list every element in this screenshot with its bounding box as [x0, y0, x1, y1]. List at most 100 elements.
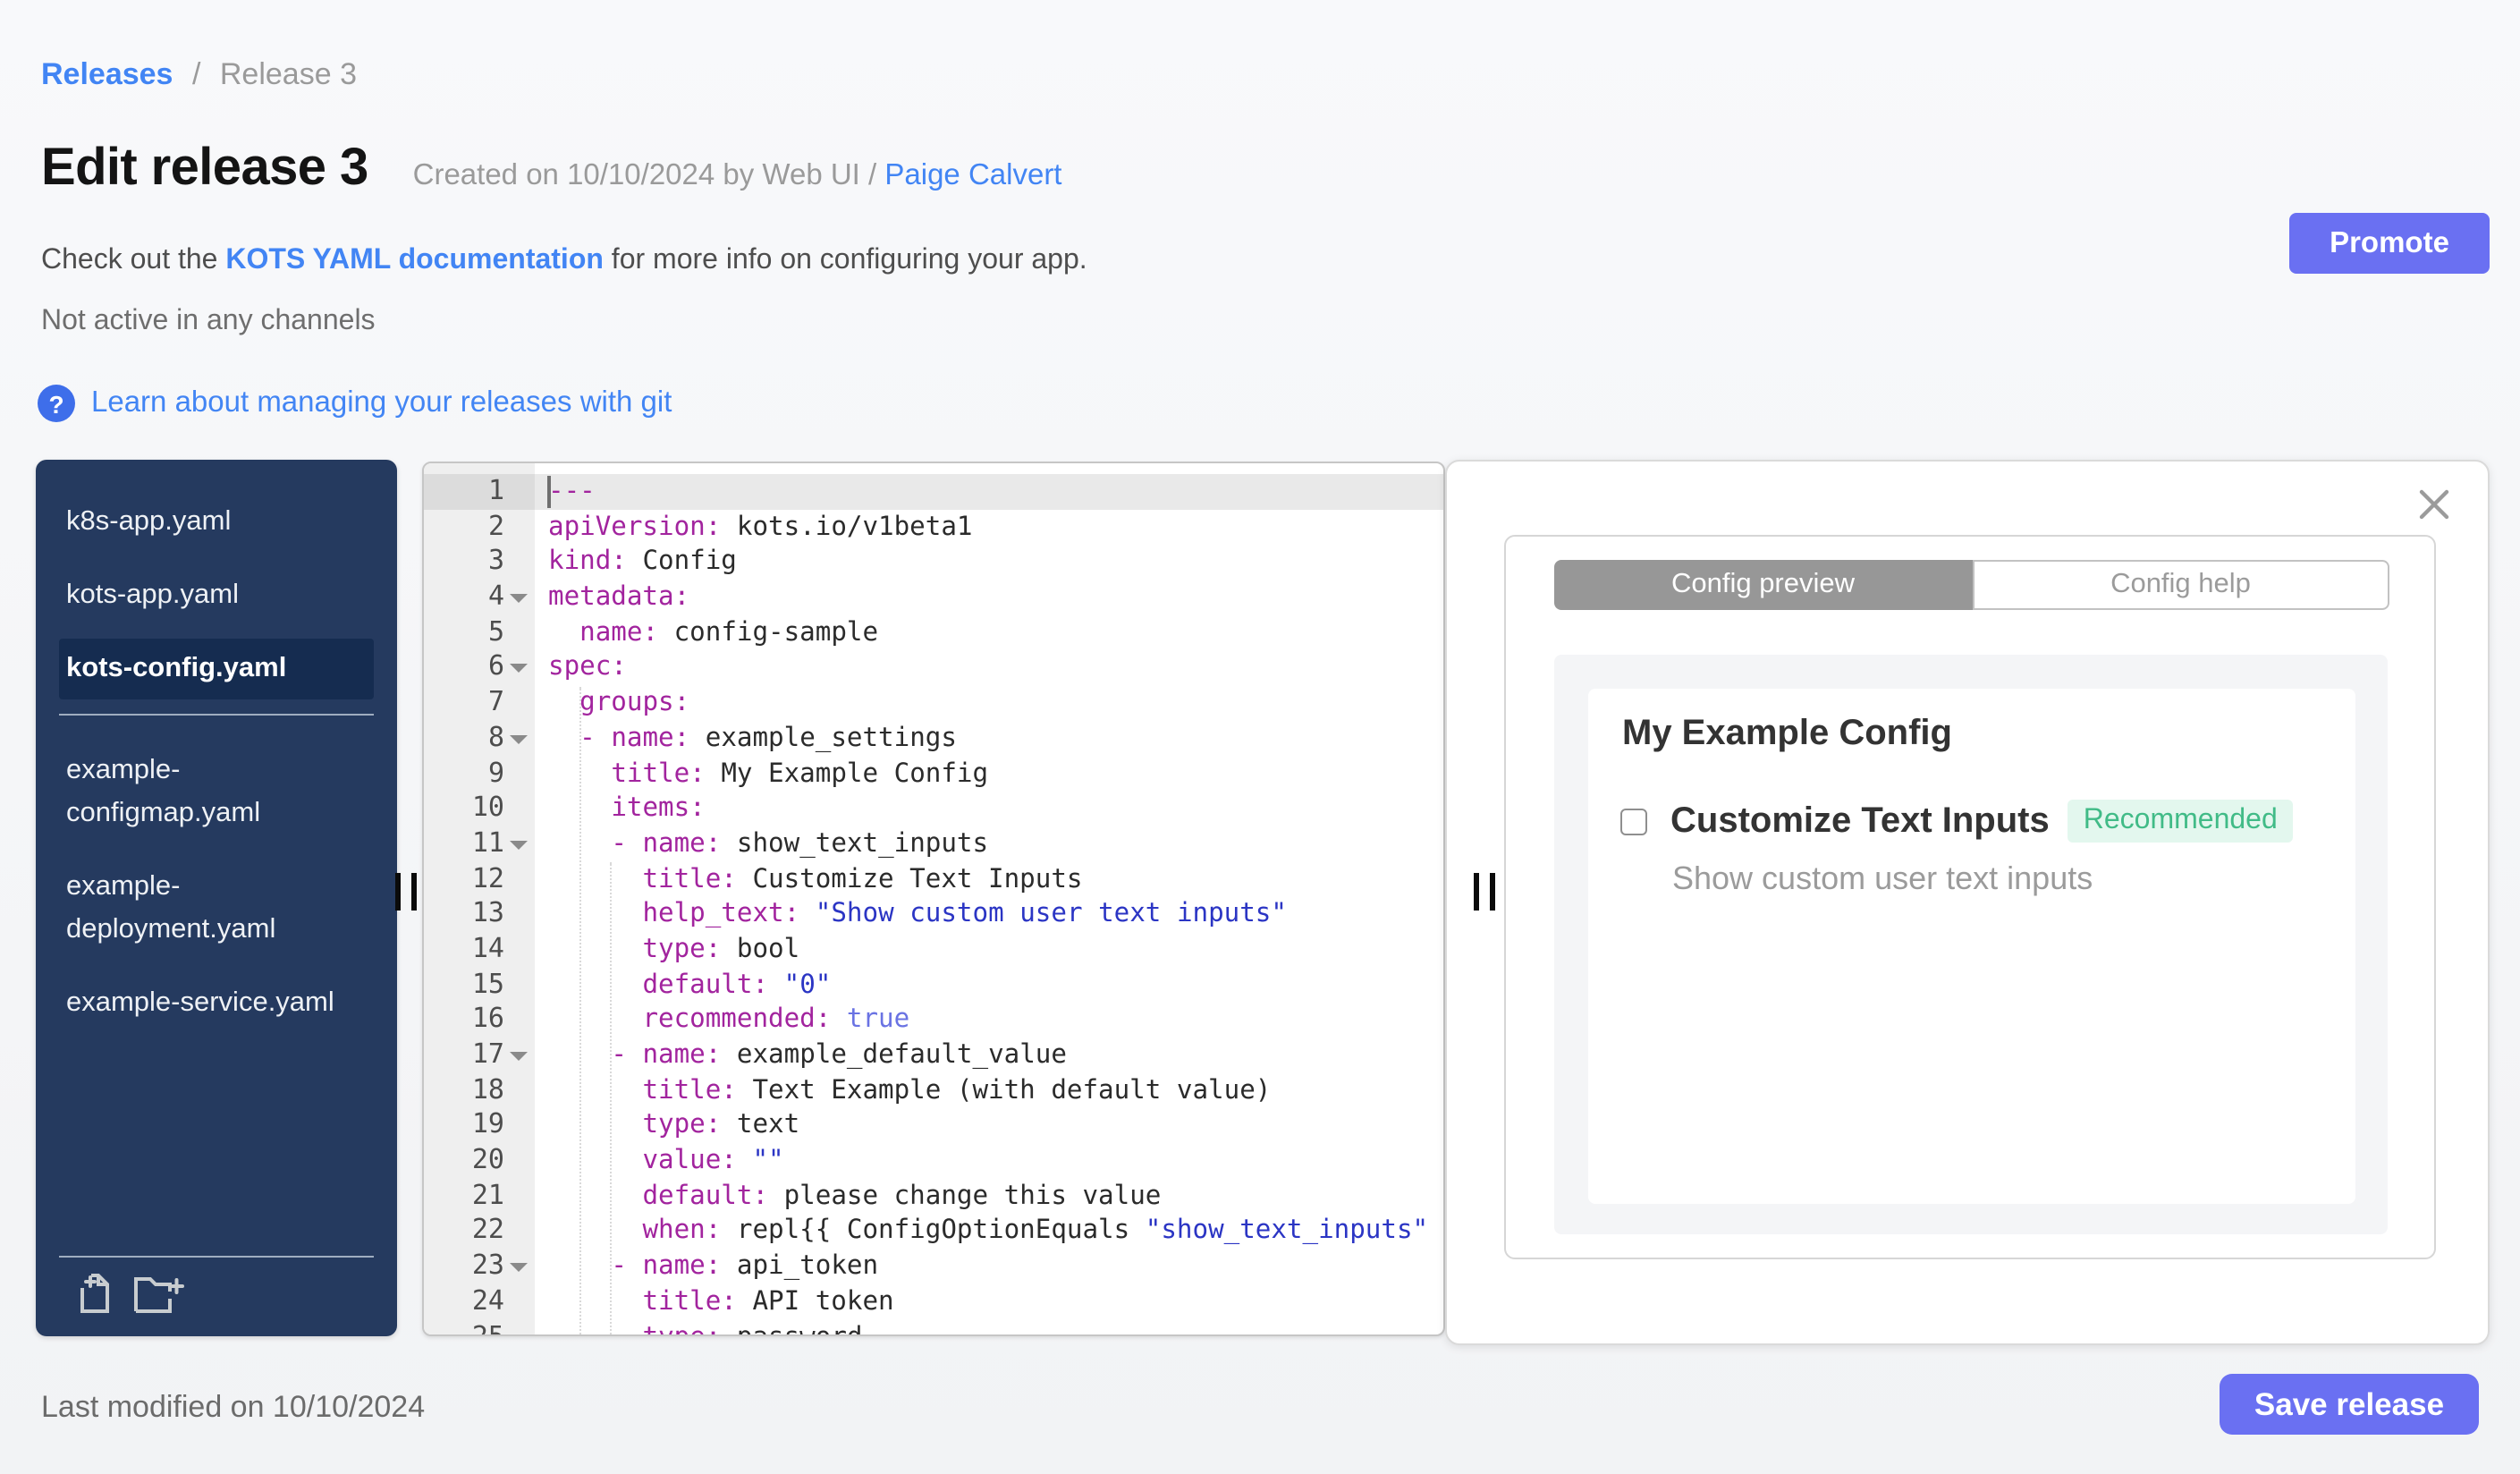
docs-info: Check out the KOTS YAML documentation fo…	[41, 245, 1087, 277]
line-number: 14	[471, 931, 504, 964]
config-preview-surface: My Example Config Customize Text Inputs …	[1554, 655, 2388, 1234]
file-item-example-service-yaml[interactable]: example-service.yaml	[59, 973, 374, 1034]
line-number: 22	[471, 1213, 504, 1246]
fold-arrow-icon[interactable]	[510, 594, 528, 604]
fold-arrow-icon[interactable]	[510, 840, 528, 850]
new-folder-icon[interactable]	[134, 1274, 186, 1315]
file-item-kots-config-yaml[interactable]: kots-config.yaml	[59, 639, 374, 699]
page-title: Edit release 3	[41, 140, 368, 197]
code-line: name: config-sample	[579, 616, 879, 648]
tab-config-help[interactable]: Config help	[1972, 560, 2389, 610]
config-item-row: Customize Text Inputs Recommended	[1620, 800, 2294, 843]
sidebar-resize-handle[interactable]	[395, 873, 417, 911]
code-line: - name: example_settings	[579, 722, 957, 753]
line-number: 5	[487, 614, 504, 648]
file-item-k8s-app-yaml[interactable]: k8s-app.yaml	[59, 492, 374, 553]
code-line: recommended: true	[642, 1004, 910, 1035]
new-file-icon[interactable]	[77, 1274, 113, 1315]
code-line: title: My Example Config	[611, 758, 989, 788]
code-line: metadata:	[548, 581, 690, 613]
editor-resize-handle[interactable]	[1474, 873, 1495, 911]
line-number: 6	[424, 650, 535, 685]
line-number: 19	[471, 1107, 504, 1140]
fold-arrow-icon[interactable]	[510, 1052, 528, 1061]
code-line: items:	[611, 792, 706, 824]
breadcrumb-separator: /	[191, 57, 201, 91]
channel-status: Not active in any channels	[41, 306, 376, 336]
file-list-top: k8s-app.yaml kots-app.yaml kots-config.yam…	[59, 492, 374, 699]
config-item-help: Show custom user text inputs	[1672, 860, 2093, 896]
code-line: groups:	[579, 687, 690, 718]
code-line: spec:	[548, 651, 627, 682]
save-release-button[interactable]: Save release	[2220, 1374, 2479, 1435]
line-number: 23	[424, 1249, 535, 1283]
line-number: 17	[424, 1038, 535, 1072]
editor-gutter: 1 2 3 4 5 6 7 8 9 10 11 12 13 14 15 16 17 18 19 20 21 22 23 24 2…	[424, 463, 535, 1334]
code-line: - name: api_token	[611, 1250, 879, 1282]
line-number: 25	[471, 1319, 504, 1336]
line-number: 7	[487, 685, 504, 718]
line-number: 18	[471, 1072, 504, 1106]
code-line: - name: show_text_inputs	[611, 827, 989, 859]
close-icon[interactable]	[2416, 487, 2452, 522]
title-row: Edit release 3 Created on 10/10/2024 by …	[41, 136, 1062, 200]
customize-text-inputs-checkbox[interactable]	[1620, 808, 1647, 834]
indent-guide	[610, 862, 612, 1334]
line-number: 10	[471, 791, 504, 824]
sidebar-divider	[59, 714, 374, 716]
line-number: 13	[471, 896, 504, 929]
fold-arrow-icon[interactable]	[510, 734, 528, 744]
code-line: kind: Config	[548, 546, 737, 577]
line-number: 1	[424, 474, 535, 510]
line-number: 8	[424, 721, 535, 756]
indent-guide	[579, 687, 581, 1334]
line-number: 2	[487, 509, 504, 542]
file-item-kots-app-yaml[interactable]: kots-app.yaml	[59, 565, 374, 626]
git-releases-link[interactable]: Learn about managing your releases with …	[91, 386, 672, 420]
line-number: 12	[471, 861, 504, 894]
tab-config-preview[interactable]: Config preview	[1554, 560, 1972, 610]
config-preview-card: Config preview Config help My Example Con…	[1504, 535, 2436, 1259]
code-line: title: API token	[642, 1285, 894, 1317]
docs-info-suffix: for more info on configuring your app.	[603, 245, 1087, 275]
file-item-example-deployment-yaml[interactable]: example-deployment.yaml	[59, 857, 374, 961]
config-preview-form: My Example Config Customize Text Inputs …	[1588, 689, 2355, 1204]
git-help-row: ? Learn about managing your releases wit…	[38, 385, 672, 422]
breadcrumb-link-releases[interactable]: Releases	[41, 57, 173, 91]
file-item-example-configmap-yaml[interactable]: example-configmap.yaml	[59, 741, 374, 844]
line-number: 3	[487, 544, 504, 577]
config-preview-panel: Config preview Config help My Example Con…	[1445, 460, 2490, 1345]
code-line: default: "0"	[642, 969, 832, 1000]
release-editor-page: Releases / Release 3 Edit release 3 Crea…	[0, 0, 2520, 1474]
line-number: 21	[471, 1178, 504, 1211]
created-by-link[interactable]: Paige Calvert	[884, 159, 1061, 191]
fold-arrow-icon[interactable]	[510, 1263, 528, 1273]
line-number: 16	[471, 1002, 504, 1035]
code-line: - name: example_default_value	[611, 1039, 1067, 1070]
code-line: type: text	[642, 1109, 800, 1140]
promote-button[interactable]: Promote	[2289, 213, 2490, 274]
line-number: 15	[471, 967, 504, 1000]
config-group-title: My Example Config	[1622, 714, 1952, 753]
line-number: 11	[424, 826, 535, 861]
sidebar-footer-icons	[36, 1258, 397, 1336]
sidebar-footer	[36, 1256, 397, 1336]
config-item-label[interactable]: Customize Text Inputs	[1670, 801, 2050, 842]
code-line: apiVersion: kots.io/v1beta1	[548, 511, 973, 542]
file-list-bottom: example-configmap.yaml example-deployment…	[59, 741, 374, 1034]
kots-docs-link[interactable]: KOTS YAML documentation	[225, 245, 604, 275]
docs-info-prefix: Check out the	[41, 245, 226, 275]
fold-arrow-icon[interactable]	[510, 664, 528, 673]
created-text: Created on 10/10/2024 by Web UI /	[412, 159, 885, 191]
last-modified: Last modified on 10/10/2024	[41, 1390, 426, 1424]
breadcrumb-current: Release 3	[219, 57, 357, 91]
line-number: 9	[487, 756, 504, 788]
config-tabs: Config preview Config help	[1554, 560, 2389, 610]
line-number: 24	[471, 1283, 504, 1317]
yaml-code-editor[interactable]: 1 2 3 4 5 6 7 8 9 10 11 12 13 14 15 16 17 18 19 20 21 22 23 24 2…	[422, 462, 1445, 1336]
line-number: 4	[424, 580, 535, 614]
text-cursor	[546, 476, 550, 508]
breadcrumb: Releases / Release 3	[41, 55, 357, 95]
code-line: type: password	[535, 1319, 1443, 1334]
code-line: default: please change this value	[642, 1180, 1162, 1211]
